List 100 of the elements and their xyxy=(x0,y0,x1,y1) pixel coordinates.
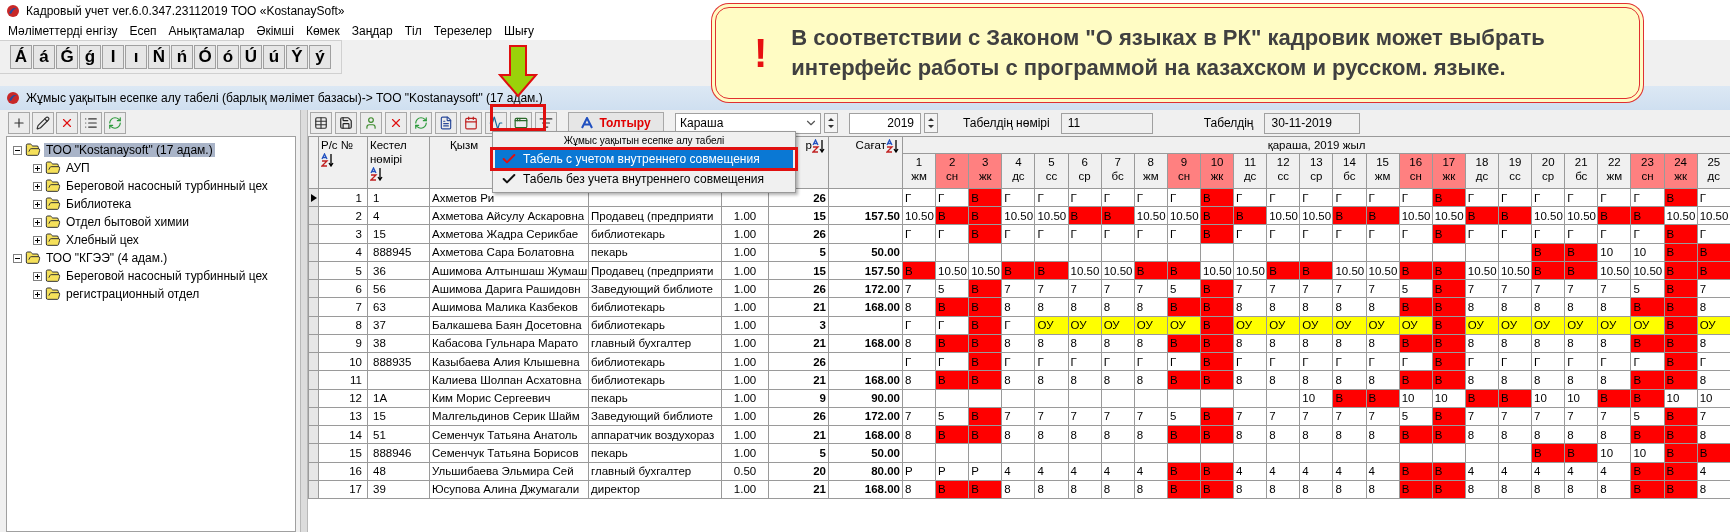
menu-item[interactable]: Әкімші xyxy=(250,24,300,38)
expand-icon[interactable] xyxy=(33,181,42,191)
toolbar-button[interactable] xyxy=(435,112,457,134)
collapse-icon[interactable] xyxy=(13,145,22,155)
document-title: Жұмыс уақытын есепке алу табелі (барлық мәлімет базасы)-> ТОО "Kostanaysoft" (17 адам.) xyxy=(26,91,543,105)
toolbar-button[interactable] xyxy=(80,112,102,134)
column-header: Кестел нөмірі xyxy=(370,138,408,166)
letter-button[interactable]: ı xyxy=(125,45,147,69)
letter-button[interactable]: Ǵ xyxy=(56,45,78,69)
date-field[interactable]: 30-11-2019 xyxy=(1264,112,1361,134)
app-logo-icon xyxy=(6,4,20,18)
user-icon xyxy=(364,116,378,130)
font-icon xyxy=(581,117,594,129)
menu-option[interactable]: Табель без учета внутреннего совмещения xyxy=(495,169,793,189)
document-logo-icon xyxy=(6,91,20,105)
toolbar-button[interactable] xyxy=(310,112,332,134)
expand-icon[interactable] xyxy=(33,235,42,245)
number-field[interactable]: 11 xyxy=(1060,112,1153,134)
calendar-icon xyxy=(464,116,478,130)
tree-item[interactable]: Хлебный цех xyxy=(64,233,141,247)
plus-icon xyxy=(12,116,26,130)
sort-icon[interactable] xyxy=(886,138,900,153)
window-title: Кадровый учет ver.6.0.347.23112019 ТОО «KostanaySoft» xyxy=(26,4,345,18)
menu-item[interactable]: Мәліметтерді енгізу xyxy=(2,24,124,38)
expand-icon[interactable] xyxy=(33,289,42,299)
date-label: Табелдің xyxy=(1203,116,1254,130)
sort-icon[interactable] xyxy=(370,166,384,181)
letter-button[interactable]: ń xyxy=(171,45,193,69)
expand-icon[interactable] xyxy=(33,199,42,209)
exclamation-mark: ! xyxy=(754,30,768,76)
toolbar-button[interactable] xyxy=(335,112,357,134)
letter-button[interactable]: á xyxy=(33,45,55,69)
letter-button[interactable]: Ń xyxy=(148,45,170,69)
menu-title: Жұмыс уақытын есепке алу табелі xyxy=(562,134,726,148)
pencil-icon xyxy=(36,116,50,130)
menu-item[interactable]: Заңдар xyxy=(345,24,399,38)
highlight-frame xyxy=(490,104,546,131)
table-icon xyxy=(314,116,328,130)
column-header: Р/с № xyxy=(321,138,354,152)
menu-item[interactable]: Шығу xyxy=(498,24,541,38)
tree-item[interactable]: Береговой насосный турбинный цех xyxy=(64,269,270,283)
tree-item[interactable]: регистрационный отдел xyxy=(64,287,202,301)
letter-button[interactable]: ý xyxy=(309,45,331,69)
toolbar-button[interactable] xyxy=(460,112,482,134)
menu-option[interactable]: Табель с учетом внутреннего совмещения xyxy=(495,149,793,169)
sort-icon[interactable] xyxy=(321,152,335,167)
save-icon xyxy=(339,116,353,130)
close-icon xyxy=(389,116,403,130)
row-indicator[interactable] xyxy=(308,188,319,207)
menu-item[interactable]: Есеп xyxy=(123,24,163,38)
window-icon xyxy=(514,116,528,130)
tree-item[interactable]: Береговой насосный турбинный цех xyxy=(64,179,270,193)
letter-button[interactable]: Ý xyxy=(286,45,308,69)
menu-item[interactable]: Терезелер xyxy=(427,24,499,38)
tree-item[interactable]: ТОО "КГЭЭ" (4 адам.) xyxy=(44,251,170,265)
sort-icon[interactable] xyxy=(812,138,826,153)
folder-icon xyxy=(45,178,61,194)
expand-icon[interactable] xyxy=(33,217,42,227)
tree-item[interactable]: Библиотека xyxy=(64,197,134,211)
refresh-icon xyxy=(108,116,122,130)
collapse-icon[interactable] xyxy=(13,253,22,263)
callout-text: В соответствии с Законом "О языках в РК" кадровик может выбрать интерфейс работы с программой на казахском и русском. языке. xyxy=(791,24,1546,82)
document-icon xyxy=(439,116,453,130)
column-header: Қызм xyxy=(450,138,479,152)
menu-item[interactable]: Тіл xyxy=(398,24,428,38)
letter-button[interactable]: Á xyxy=(10,45,32,69)
fill-button[interactable]: Толтыру xyxy=(568,112,664,134)
letter-button[interactable]: ó xyxy=(217,45,239,69)
letter-button[interactable]: I xyxy=(102,45,124,69)
folder-icon xyxy=(25,142,41,158)
close-icon xyxy=(60,116,74,130)
folder-icon xyxy=(45,268,61,284)
letter-button[interactable]: ǵ xyxy=(79,45,101,69)
folder-icon xyxy=(45,232,61,248)
menu-item[interactable]: Көмек xyxy=(299,24,346,38)
folder-icon xyxy=(45,286,61,302)
tree-item[interactable]: Отдел бытовой химии xyxy=(64,215,191,229)
column-header: р xyxy=(805,138,812,152)
spin-button[interactable] xyxy=(924,113,938,133)
tree-item[interactable]: ТОО "Kostanaysoft" (17 адам.) xyxy=(44,143,215,157)
year-field[interactable]: 2019 xyxy=(849,112,921,134)
menu-item[interactable]: Анықтамалар xyxy=(162,24,251,38)
tree-item[interactable]: АУП xyxy=(64,161,92,175)
refresh-icon xyxy=(414,116,428,130)
month-header: қараша, 2019 жыл xyxy=(1267,139,1366,151)
expand-icon[interactable] xyxy=(33,163,42,173)
number-label: Табелдің нөмірі xyxy=(963,116,1050,130)
expand-icon[interactable] xyxy=(33,271,42,281)
letter-button[interactable]: Ú xyxy=(240,45,262,69)
spin-button[interactable] xyxy=(824,113,838,133)
toolbar-button[interactable] xyxy=(32,112,54,134)
month-select[interactable]: Караша xyxy=(675,112,821,134)
spinner-arrows-icon xyxy=(927,116,935,130)
letter-button[interactable]: Ó xyxy=(194,45,216,69)
folder-icon xyxy=(25,250,41,266)
list-icon xyxy=(84,116,98,130)
folder-icon xyxy=(45,196,61,212)
letter-button[interactable]: ú xyxy=(263,45,285,69)
column-header: Сағат xyxy=(855,138,886,152)
spinner-arrows-icon xyxy=(827,116,835,130)
